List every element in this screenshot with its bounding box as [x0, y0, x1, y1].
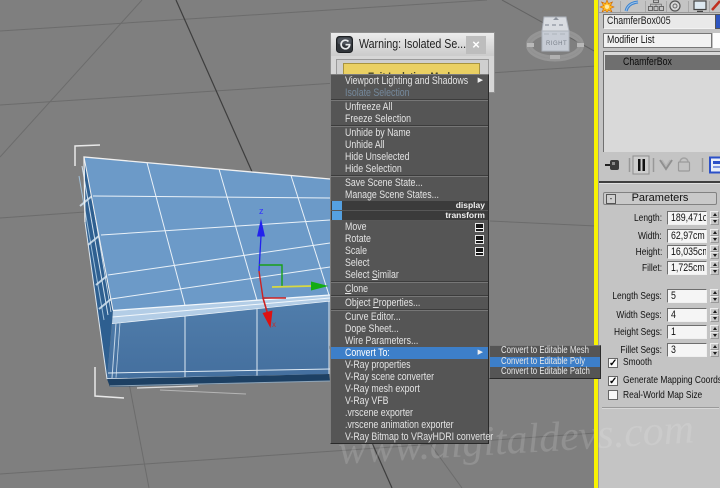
svg-text:x: x [272, 320, 276, 329]
svg-text:z: z [259, 206, 264, 216]
svg-text:RIGHT: RIGHT [546, 41, 567, 47]
